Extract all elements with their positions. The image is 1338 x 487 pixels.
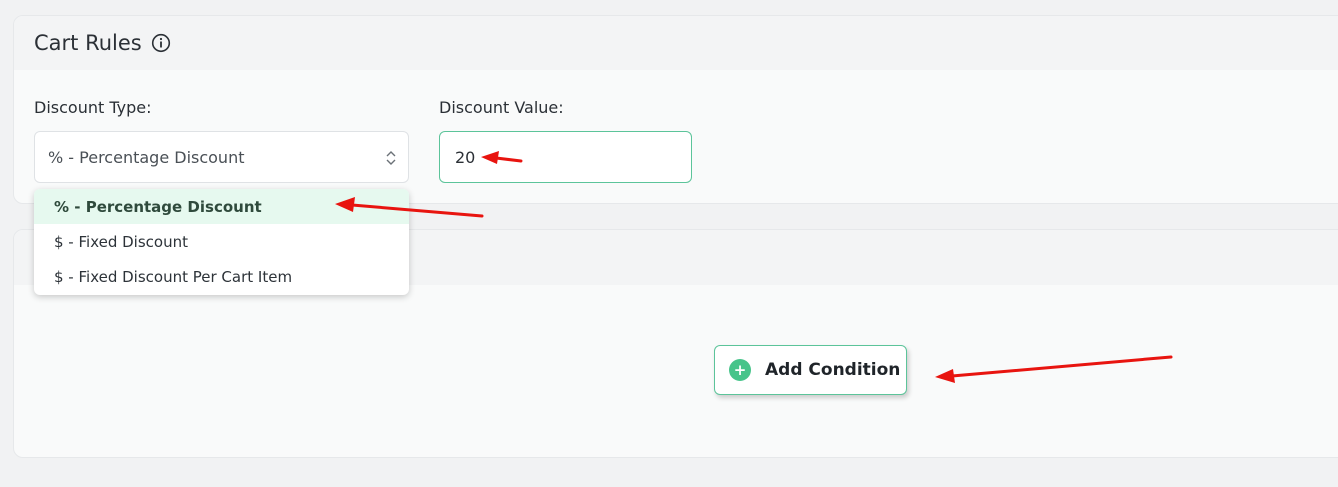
- dropdown-option-percentage[interactable]: % - Percentage Discount: [34, 189, 409, 224]
- discount-type-selected-value: % - Percentage Discount: [48, 147, 245, 167]
- cart-rules-header: Cart Rules: [14, 16, 1338, 70]
- dropdown-option-fixed[interactable]: $ - Fixed Discount: [34, 224, 409, 259]
- discount-type-select[interactable]: % - Percentage Discount: [34, 131, 409, 183]
- discount-value-input[interactable]: [439, 131, 692, 183]
- discount-value-label: Discount Value:: [439, 98, 564, 117]
- add-condition-label: Add Condition: [765, 360, 901, 380]
- discount-type-dropdown: % - Percentage Discount $ - Fixed Discou…: [34, 189, 409, 295]
- add-condition-button[interactable]: + Add Condition: [714, 345, 907, 395]
- cart-rules-card: Cart Rules Discount Type: Discount Value…: [13, 15, 1338, 204]
- dropdown-option-fixed-per-item[interactable]: $ - Fixed Discount Per Cart Item: [34, 259, 409, 294]
- cart-rules-title: Cart Rules: [34, 31, 142, 55]
- chevron-up-down-icon: [385, 148, 397, 172]
- discount-type-label: Discount Type:: [34, 98, 152, 117]
- info-circle-icon[interactable]: [151, 33, 171, 53]
- plus-circle-icon: +: [729, 359, 751, 381]
